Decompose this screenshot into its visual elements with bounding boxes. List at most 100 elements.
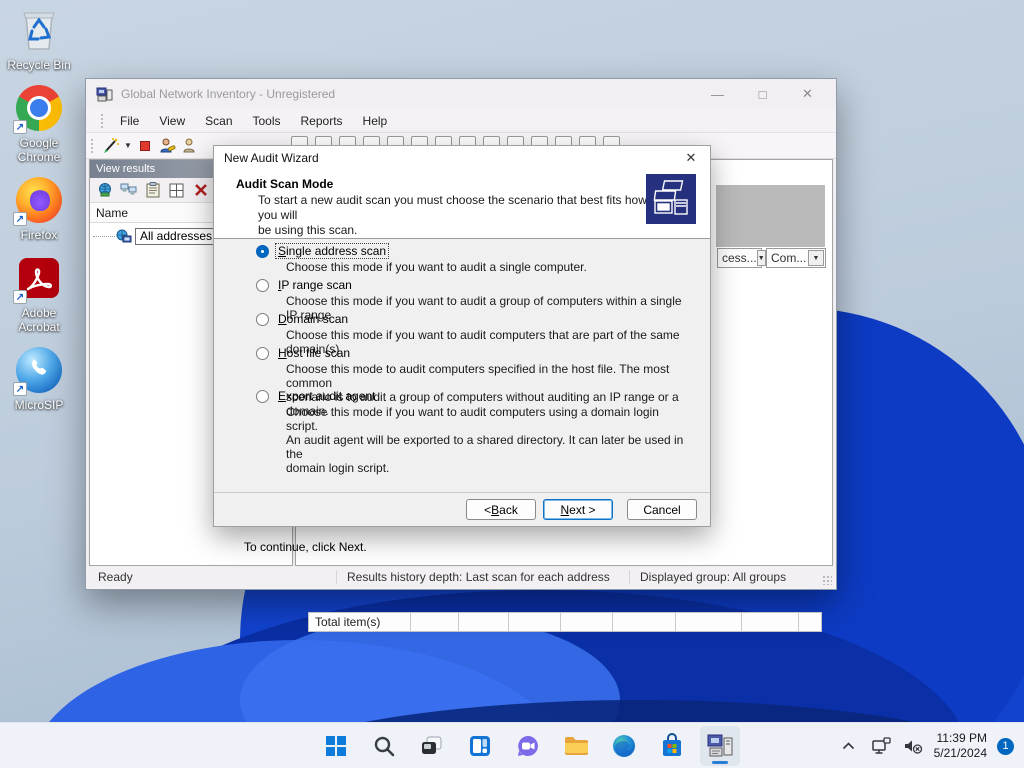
task-view-button[interactable] <box>412 726 452 766</box>
dialog-title: New Audit Wizard <box>224 150 319 165</box>
window-titlebar[interactable]: Global Network Inventory - Unregistered … <box>86 79 836 109</box>
menubar: File View Scan Tools Reports Help <box>86 109 836 133</box>
microsip-icon: ↗ <box>13 344 65 396</box>
scan-dropdown-caret-icon[interactable]: ▼ <box>122 135 134 157</box>
user-credentials-icon[interactable] <box>156 135 178 157</box>
desktop-icon-microsip[interactable]: ↗ MicroSIP <box>0 344 78 412</box>
edge-icon <box>613 735 635 757</box>
radio-domain-scan[interactable] <box>256 312 269 326</box>
radio-host-file-scan[interactable] <box>256 346 269 360</box>
desktop-icon-recycle-bin[interactable]: Recycle Bin <box>0 4 78 72</box>
clock-date: 5/21/2024 <box>933 746 987 760</box>
wizard-emblem-icon <box>646 174 696 224</box>
close-button[interactable]: ✕ <box>785 79 830 109</box>
clock-time: 11:39 PM <box>936 731 987 745</box>
option-label[interactable]: Single address scan <box>274 243 390 259</box>
stop-scan-icon[interactable] <box>134 135 156 157</box>
edge-button[interactable] <box>604 726 644 766</box>
grid-view-icon[interactable] <box>166 180 187 201</box>
desktop-icon-label: Google Chrome <box>17 136 61 164</box>
radio-ip-range-scan[interactable] <box>256 278 269 292</box>
menu-reports[interactable]: Reports <box>291 111 353 131</box>
firefox-icon: ↗ <box>13 174 65 226</box>
dialog-titlebar[interactable]: New Audit Wizard ✕ <box>214 146 710 169</box>
desktop-icon-label: Adobe Acrobat <box>18 306 60 334</box>
maximize-button[interactable]: □ <box>740 79 785 109</box>
widgets-button[interactable] <box>460 726 500 766</box>
app-icon <box>96 87 113 101</box>
option-description: Choose this mode if you want to audit co… <box>286 405 684 475</box>
new-audit-wizard-dialog: New Audit Wizard ✕ Audit Scan Mode To st… <box>213 145 711 554</box>
new-scan-wizard-icon[interactable] <box>100 135 122 157</box>
addresses-node-icon <box>116 229 132 242</box>
delete-result-icon[interactable] <box>190 180 211 201</box>
menubar-gripper <box>100 112 104 129</box>
widgets-icon <box>470 736 490 756</box>
window-controls: — □ ✕ <box>695 79 830 109</box>
resize-grip[interactable] <box>822 575 832 585</box>
tree-item-label[interactable]: All addresses <box>135 227 218 245</box>
summary-total-label: Total item(s) <box>309 613 411 631</box>
minimize-button[interactable]: — <box>695 79 740 109</box>
network-icon[interactable] <box>868 731 894 761</box>
task-view-icon <box>422 736 442 754</box>
desktop-icon-firefox[interactable]: ↗ Firefox <box>0 174 78 242</box>
option-single-address-scan: Single address scan Choose this mode if … <box>256 243 690 274</box>
window-title: Global Network Inventory - Unregistered <box>121 87 336 101</box>
menu-file[interactable]: File <box>110 111 149 131</box>
dialog-close-icon[interactable]: ✕ <box>676 146 706 169</box>
radio-export-audit-agent[interactable] <box>256 389 269 403</box>
search-button[interactable] <box>364 726 404 766</box>
dialog-body: Single address scan Choose this mode if … <box>214 240 710 554</box>
menu-help[interactable]: Help <box>353 111 398 131</box>
menu-view[interactable]: View <box>149 111 195 131</box>
status-bar: Ready Results history depth: Last scan f… <box>88 566 834 587</box>
start-button[interactable] <box>316 726 356 766</box>
option-label[interactable]: IP range scan <box>276 278 354 292</box>
option-label[interactable]: Host file scan <box>276 346 352 360</box>
taskbar-center-icons <box>316 726 740 766</box>
column-filter-computer[interactable]: Com... ▼ <box>766 248 826 268</box>
chat-button[interactable] <box>508 726 548 766</box>
notification-badge[interactable]: 1 <box>997 737 1014 755</box>
windows-logo-icon <box>326 736 346 756</box>
computers-icon[interactable] <box>118 180 139 201</box>
file-explorer-button[interactable] <box>556 726 596 766</box>
option-label[interactable]: Domain scan <box>276 312 350 326</box>
volume-muted-icon[interactable] <box>900 731 926 761</box>
menu-tools[interactable]: Tools <box>243 111 291 131</box>
dialog-footer: < Back Next > Cancel <box>214 492 710 528</box>
taskbar-clock[interactable]: 11:39 PM 5/21/2024 <box>932 731 989 761</box>
taskbar-app-global-network-inventory[interactable] <box>700 726 740 766</box>
microsoft-store-button[interactable] <box>652 726 692 766</box>
shortcut-arrow-icon: ↗ <box>13 120 27 134</box>
system-tray: 11:39 PM 5/21/2024 1 <box>836 723 1018 768</box>
desktop-icon-label: Firefox <box>20 228 58 242</box>
radio-single-address-scan[interactable] <box>256 244 269 258</box>
tray-chevron-up-icon[interactable] <box>836 731 862 761</box>
option-label[interactable]: Export audit agent <box>276 389 377 403</box>
desktop-icon-google-chrome[interactable]: ↗ Google Chrome <box>0 82 78 164</box>
chevron-down-icon[interactable]: ▼ <box>756 250 766 266</box>
column-filter-process[interactable]: cess... ▼ <box>717 248 766 268</box>
clipboard-icon[interactable] <box>142 180 163 201</box>
user-agent-icon[interactable] <box>178 135 200 157</box>
shortcut-arrow-icon: ↗ <box>13 290 27 304</box>
status-history-depth: Results history depth: Last scan for eac… <box>347 569 610 584</box>
option-export-audit-agent: Export audit agent Choose this mode if y… <box>256 389 690 475</box>
cancel-button[interactable]: Cancel <box>627 499 697 520</box>
grid-summary-row: Total item(s) <box>308 612 822 632</box>
menu-scan[interactable]: Scan <box>195 111 242 131</box>
taskbar: 11:39 PM 5/21/2024 1 <box>0 722 1024 768</box>
back-button[interactable]: < Back <box>466 499 536 520</box>
shortcut-arrow-icon: ↗ <box>13 212 27 226</box>
chevron-down-icon[interactable]: ▼ <box>808 250 824 266</box>
microsoft-store-icon <box>663 733 681 756</box>
next-button[interactable]: Next > <box>543 499 613 520</box>
status-displayed-group: Displayed group: All groups <box>640 569 787 584</box>
globe-icon[interactable] <box>94 180 115 201</box>
desktop-icon-adobe-acrobat[interactable]: ↗ Adobe Acrobat <box>0 252 78 334</box>
option-description: Choose this mode if you want to audit a … <box>286 260 587 274</box>
group-by-box <box>716 185 825 247</box>
toolbar-gripper <box>90 137 94 154</box>
